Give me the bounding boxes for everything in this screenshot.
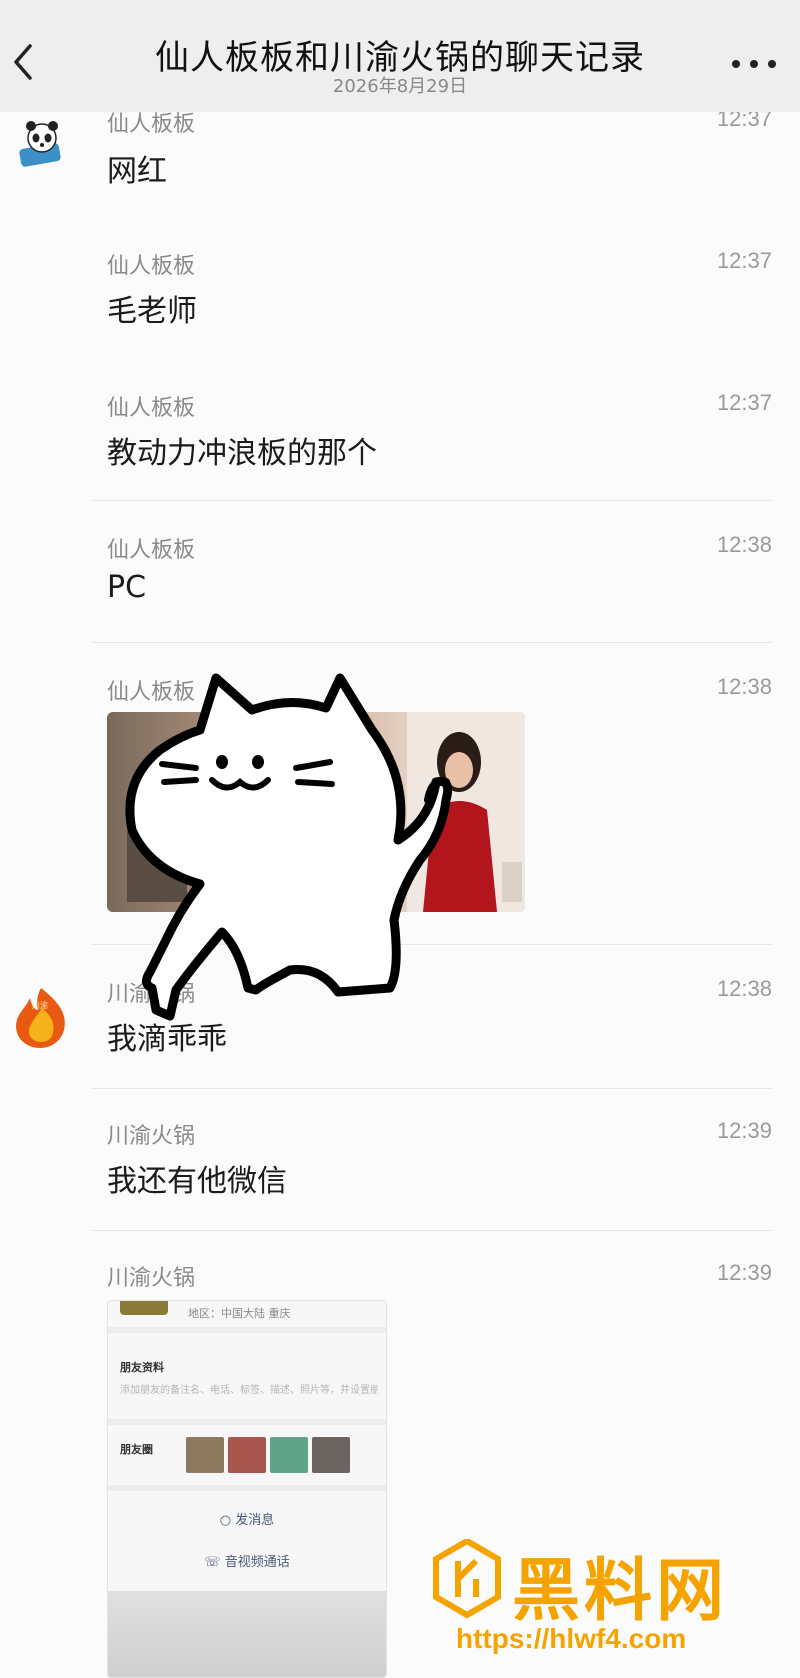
message-text: 毛老师 [107,294,197,329]
divider [108,1485,386,1491]
profile-section-label: 朋友资料 [120,1361,164,1374]
card-bottom-area [108,1591,386,1677]
more-options-button[interactable] [730,52,778,76]
message-time: 12:37 [716,248,772,273]
divider [92,642,772,643]
moments-label: 朋友圈 [120,1443,153,1456]
profile-region: 地区：中国大陆 重庆 [188,1307,291,1320]
divider [92,1088,772,1089]
chat-bubble-icon: ○ [219,1513,232,1528]
cat-eye [252,755,264,769]
divider [108,1419,386,1425]
divider [92,1230,772,1231]
moments-thumbnail [270,1437,308,1473]
sender-name: 仙人板板 [107,538,196,563]
more-dot-icon [750,60,758,68]
watermark-url: https://hlwf4.com [456,1623,687,1654]
more-dot-icon [732,60,740,68]
watermark-logo-icon [433,1539,501,1619]
divider [92,500,772,501]
send-message-label: 发消息 [235,1513,275,1528]
video-call-label: 音视频通话 [224,1555,290,1570]
divider [108,1327,386,1333]
chat-history-header: 仙人板板和川渝火锅的聊天记录 2026年8月29日 [0,0,800,112]
message-time: 12:38 [716,532,772,557]
video-call-button[interactable]: ☏ 音视频通话 [108,1551,386,1570]
phone-icon: ☏ [204,1555,221,1570]
message-text: PC [107,570,147,605]
message-text: 教动力冲浪板的那个 [107,436,377,471]
moments-thumbnail [228,1437,266,1473]
profile-photo [120,1301,168,1315]
cat-eye [216,755,228,769]
profile-description: 添加朋友的备注名、电话、标签、描述、照片等，并设置朋友权限。 [120,1385,378,1396]
message-time: 12:38 [716,674,772,699]
message-time: 12:39 [716,1118,772,1143]
cat-sticker [125,673,453,1021]
chat-date: 2026年8月29日 [332,76,468,97]
svg-text:川渝: 川渝 [32,1000,48,1010]
moments-thumbnail [312,1437,350,1473]
send-message-button[interactable]: ○ 发消息 [108,1509,386,1528]
hotpot-avatar[interactable]: 川渝 [12,986,70,1050]
message-time: 12:37 [716,390,772,415]
moments-thumbnail [186,1437,224,1473]
sender-name: 仙人板板 [107,396,196,421]
watermark-name: 黑料网 [512,1552,729,1631]
profile-screenshot-message[interactable]: 地区：中国大陆 重庆 朋友资料 添加朋友的备注名、电话、标签、描述、照片等，并设… [107,1300,387,1678]
message-text: 我还有他微信 [107,1164,287,1199]
message-time: 12:39 [716,1260,772,1285]
watermark: 黑料网 https://hlwf4.com [432,1535,772,1675]
message-time: 12:38 [716,976,772,1001]
sender-name: 川渝火锅 [107,1124,196,1149]
panda-avatar[interactable] [14,116,70,172]
sender-name: 仙人板板 [107,254,196,279]
sender-name: 川渝火锅 [107,1266,196,1291]
more-dot-icon [768,60,776,68]
message-text: 网红 [107,154,167,189]
